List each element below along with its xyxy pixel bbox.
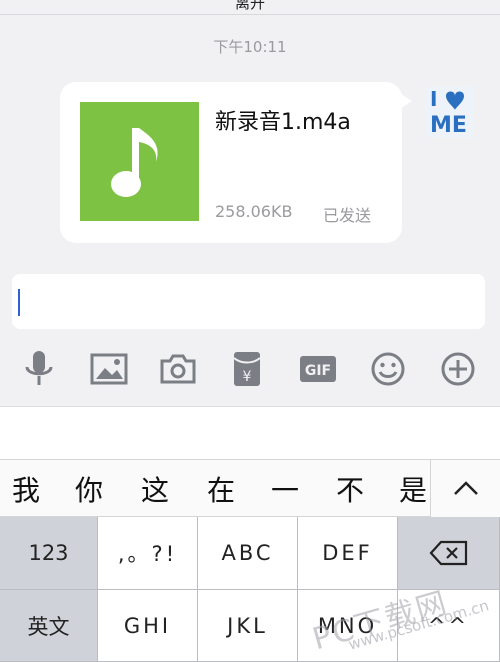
more-button[interactable] bbox=[438, 347, 478, 391]
key-def[interactable]: DEF bbox=[298, 517, 398, 590]
gif-icon: GIF bbox=[300, 356, 336, 382]
avatar[interactable]: I ME bbox=[424, 82, 476, 142]
microphone-icon bbox=[25, 351, 53, 385]
candidate-bar: 我 你 这 在 一 不 是 bbox=[0, 459, 500, 517]
message-input[interactable] bbox=[12, 274, 485, 329]
message-timestamp: 下午10:11 bbox=[213, 38, 287, 56]
svg-text:I: I bbox=[430, 87, 437, 111]
chevron-up-icon bbox=[454, 481, 478, 495]
candidate-word[interactable]: 你 bbox=[75, 469, 103, 509]
header-divider bbox=[0, 14, 500, 15]
camera-icon bbox=[160, 354, 196, 384]
numeric-key[interactable]: 123 bbox=[0, 517, 98, 590]
expand-candidates-button[interactable] bbox=[430, 460, 500, 517]
key-jkl[interactable]: JKL bbox=[198, 590, 298, 662]
emoji-icon bbox=[371, 352, 405, 386]
send-status: 已发送 bbox=[323, 206, 372, 225]
red-packet-button[interactable]: ¥ bbox=[227, 347, 267, 391]
candidate-word[interactable]: 我 bbox=[12, 469, 40, 509]
chat-title: 离开 bbox=[234, 0, 265, 12]
punctuation-key[interactable]: ,。?! bbox=[98, 517, 198, 590]
bubble-tail bbox=[398, 92, 412, 110]
image-icon bbox=[90, 353, 128, 385]
voice-button[interactable] bbox=[19, 347, 59, 391]
svg-text:ME: ME bbox=[430, 113, 467, 138]
music-note-icon bbox=[111, 128, 158, 197]
key-ghi[interactable]: GHI bbox=[98, 590, 198, 662]
keyboard-spacer bbox=[0, 407, 500, 459]
gif-button[interactable]: GIF bbox=[298, 347, 338, 391]
backspace-icon bbox=[429, 540, 467, 566]
candidate-word[interactable]: 一 bbox=[271, 469, 299, 509]
camera-button[interactable] bbox=[158, 347, 198, 391]
key-abc[interactable]: ABC bbox=[198, 517, 298, 590]
red-packet-icon: ¥ bbox=[233, 352, 261, 386]
plus-icon bbox=[441, 352, 475, 386]
svg-text:GIF: GIF bbox=[305, 363, 331, 379]
file-name: 新录音1.m4a bbox=[215, 110, 351, 135]
svg-text:¥: ¥ bbox=[243, 369, 252, 385]
chat-toolbar: ¥ GIF bbox=[0, 347, 500, 397]
english-key[interactable]: 英文 bbox=[0, 590, 98, 662]
candidate-word[interactable]: 不 bbox=[336, 469, 364, 509]
image-button[interactable] bbox=[89, 347, 129, 391]
candidate-word[interactable]: 在 bbox=[207, 469, 235, 509]
backspace-key[interactable] bbox=[398, 517, 500, 590]
candidate-word[interactable]: 是 bbox=[399, 469, 427, 509]
candidate-word[interactable]: 这 bbox=[141, 469, 169, 509]
audio-file-thumbnail[interactable] bbox=[80, 102, 199, 221]
text-caret bbox=[18, 289, 20, 316]
file-size: 258.06KB bbox=[215, 202, 293, 221]
emoji-button[interactable] bbox=[368, 347, 408, 391]
